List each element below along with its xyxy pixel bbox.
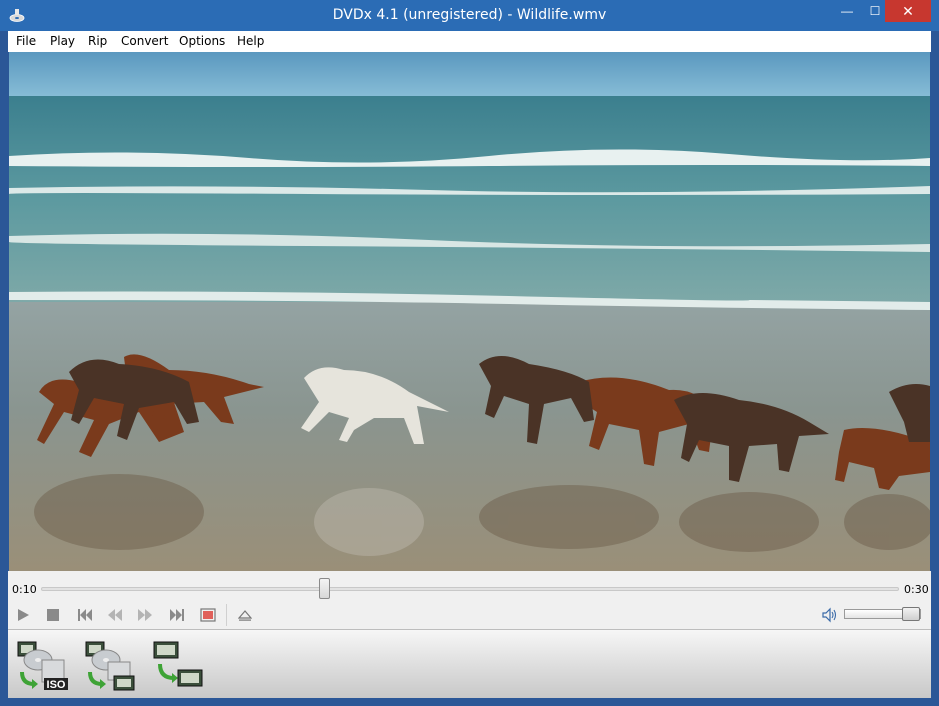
iso-badge: ISO <box>47 679 66 691</box>
fast-forward-button[interactable] <box>136 606 154 624</box>
skip-next-icon <box>170 609 184 621</box>
rewind-button[interactable] <box>106 606 124 624</box>
skip-previous-icon <box>78 609 92 621</box>
menu-bar: File Play Rip Convert Options Help <box>8 31 931 52</box>
player-controls: 0:10 0:30 <box>8 571 931 629</box>
eject-icon <box>238 610 252 621</box>
video-to-video-button[interactable] <box>152 638 204 692</box>
disc-to-iso-icon: ISO <box>17 641 68 691</box>
disc-to-video-button[interactable] <box>84 638 136 692</box>
current-time: 0:10 <box>12 583 37 596</box>
fullscreen-icon <box>200 608 216 622</box>
action-panel: ISO <box>8 629 931 698</box>
video-frame <box>9 52 930 571</box>
total-time: 0:30 <box>904 583 929 596</box>
minimize-button[interactable]: — <box>833 0 861 22</box>
stop-button[interactable] <box>44 606 62 624</box>
volume-thumb[interactable] <box>902 607 920 621</box>
disc-to-video-icon <box>85 641 135 691</box>
play-icon <box>18 609 29 621</box>
seek-bar[interactable] <box>41 587 899 591</box>
menu-file[interactable]: File <box>16 34 36 48</box>
video-to-video-icon <box>153 641 203 687</box>
eject-button[interactable] <box>236 606 254 624</box>
rewind-icon <box>108 609 122 621</box>
seek-thumb[interactable] <box>318 578 330 599</box>
fast-forward-icon <box>138 609 152 621</box>
title-bar: DVDx 4.1 (unregistered) - Wildlife.wmv —… <box>0 0 939 31</box>
menu-rip[interactable]: Rip <box>88 34 107 48</box>
menu-options[interactable]: Options <box>179 34 225 48</box>
video-display[interactable] <box>9 52 930 571</box>
speaker-icon <box>822 607 837 623</box>
menu-help[interactable]: Help <box>237 34 264 48</box>
skip-next-button[interactable] <box>168 606 186 624</box>
toolbar-separator <box>226 604 227 626</box>
fullscreen-button[interactable] <box>199 606 217 624</box>
skip-previous-button[interactable] <box>76 606 94 624</box>
menu-convert[interactable]: Convert <box>121 34 168 48</box>
close-button[interactable]: ✕ <box>885 0 931 22</box>
disc-to-iso-button[interactable]: ISO <box>16 638 68 692</box>
play-button[interactable] <box>14 606 32 624</box>
mute-button[interactable] <box>821 606 839 624</box>
stop-icon <box>47 609 59 621</box>
window-title: DVDx 4.1 (unregistered) - Wildlife.wmv <box>332 7 607 23</box>
menu-play[interactable]: Play <box>50 34 75 48</box>
